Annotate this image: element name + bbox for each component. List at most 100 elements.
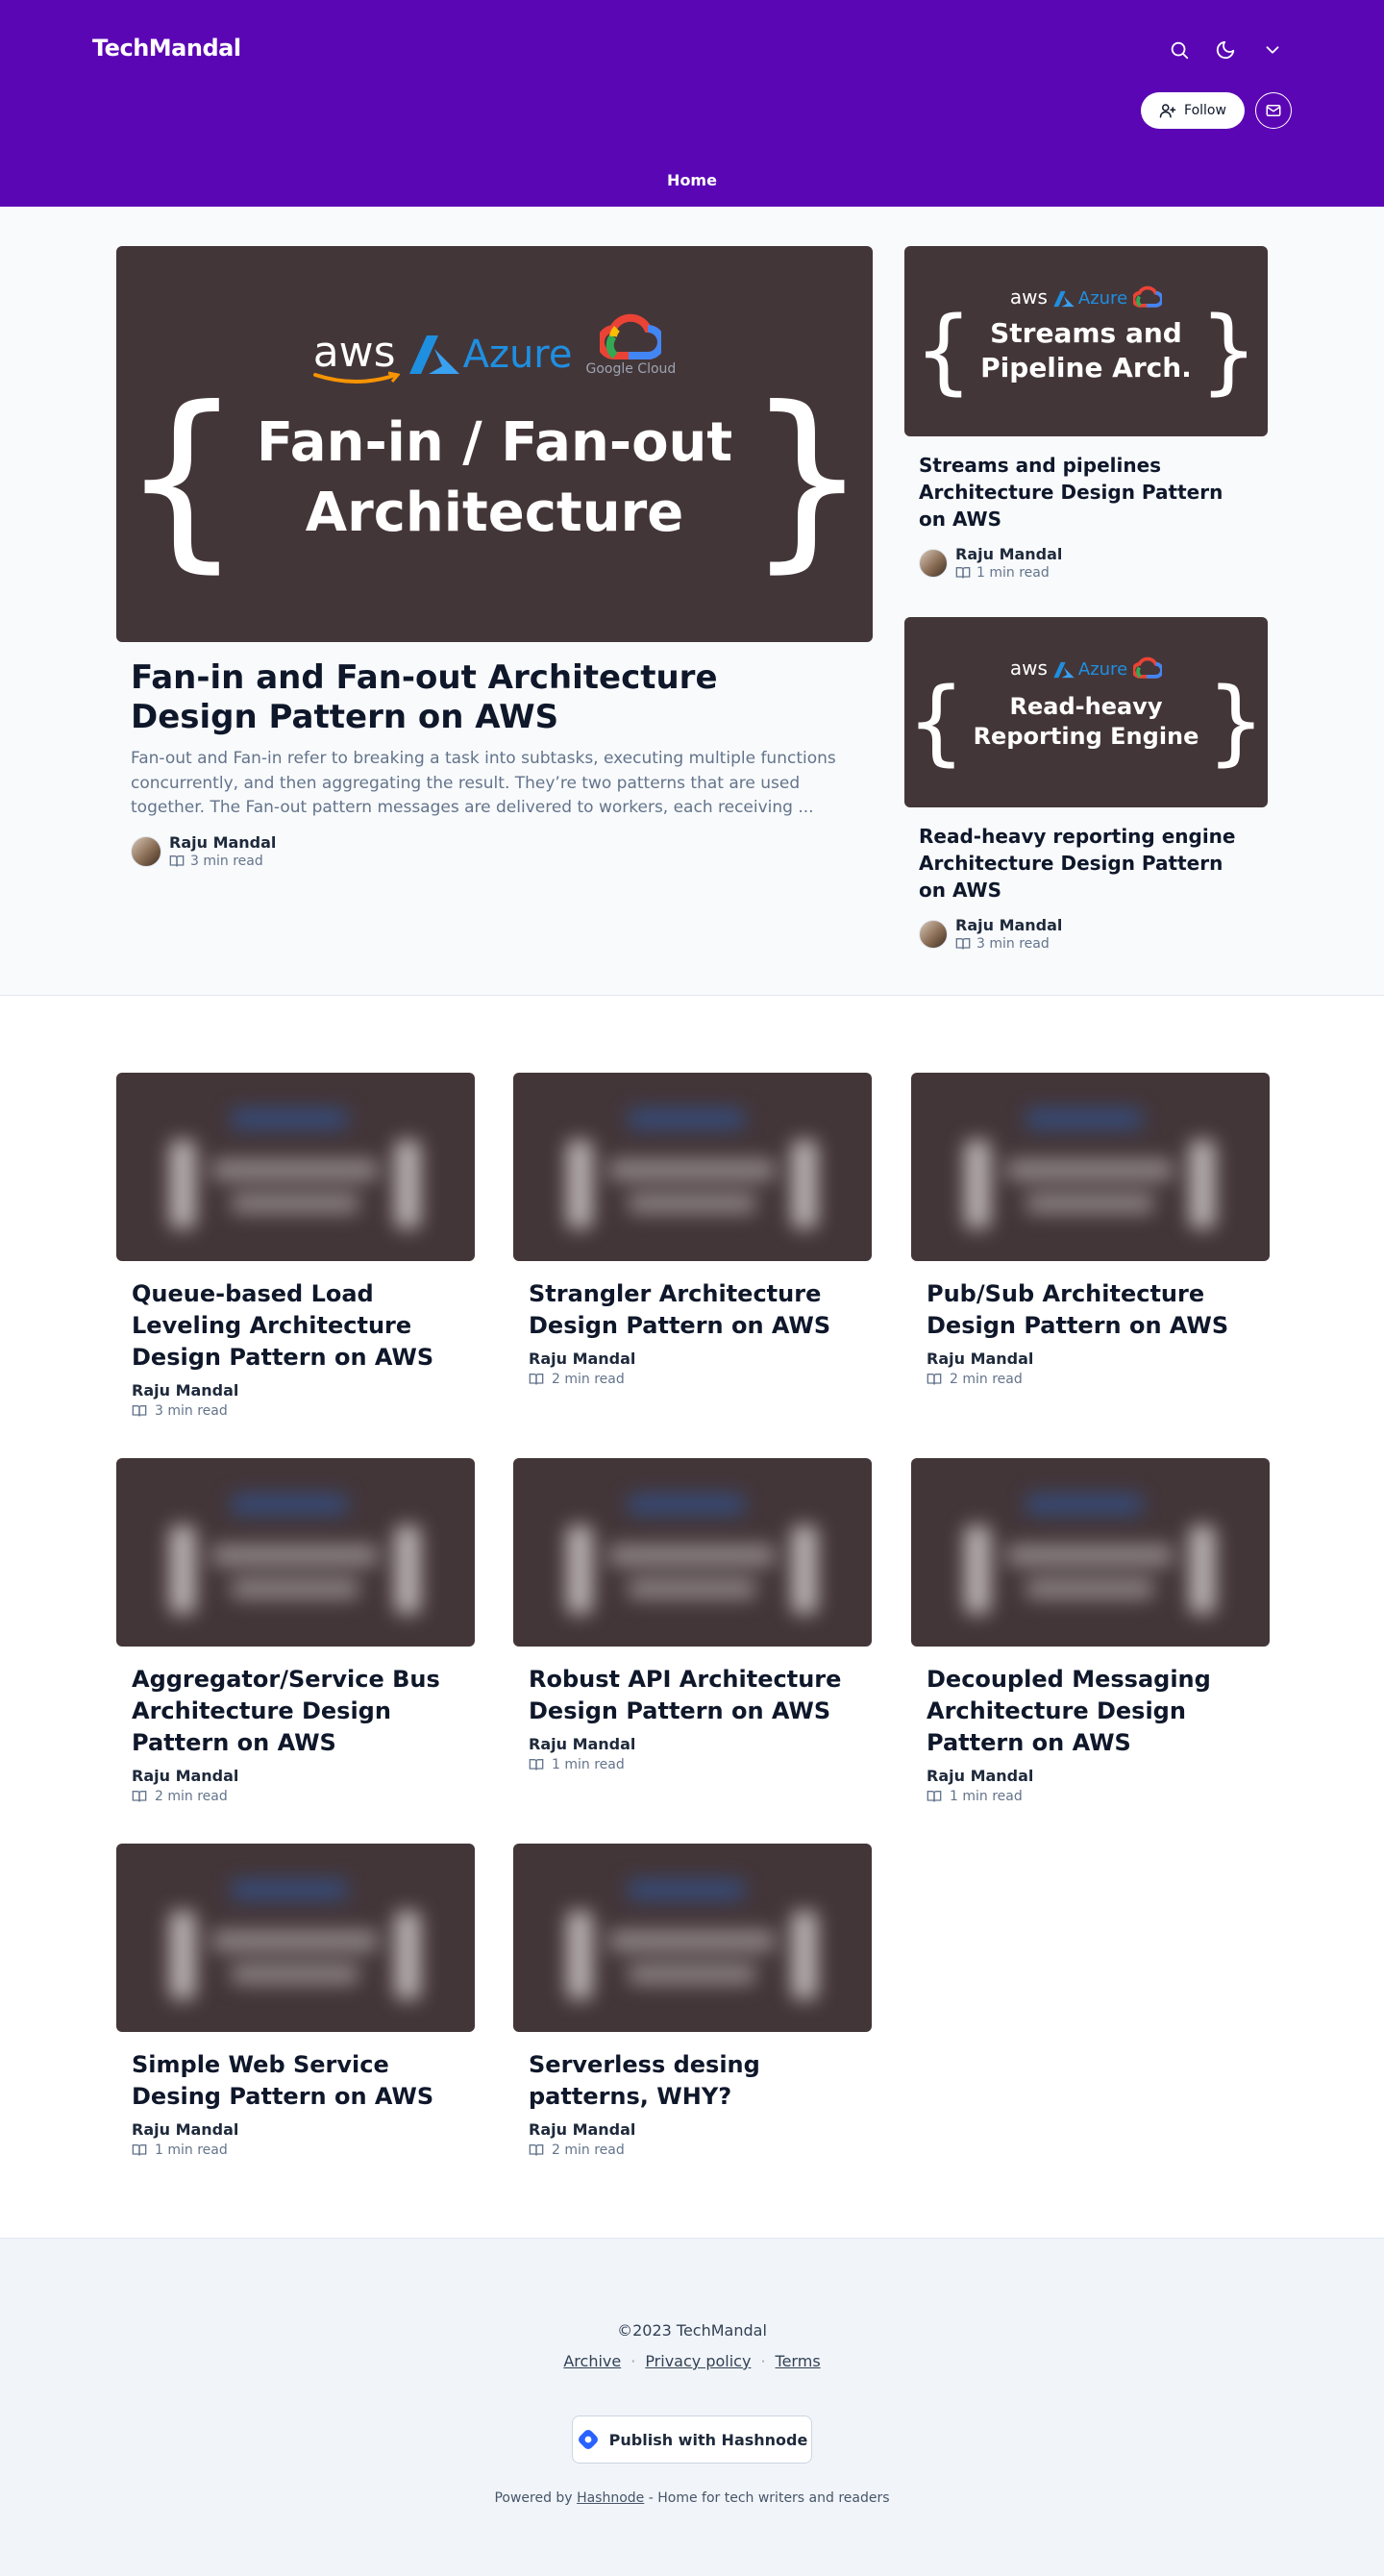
read-time: 1 min read: [155, 2143, 228, 2159]
google-cloud-icon: [600, 313, 662, 360]
post-title[interactable]: Robust API Architecture Design Pattern o…: [529, 1664, 856, 1727]
read-time: 2 min read: [552, 1372, 625, 1388]
author-avatar[interactable]: [919, 919, 948, 949]
publish-with-hashnode-button[interactable]: Publish with Hashnode: [572, 2415, 812, 2464]
footer-link-terms[interactable]: Terms: [776, 2352, 821, 2370]
read-time: 1 min read: [976, 565, 1050, 581]
author-name[interactable]: Raju Mandal: [529, 2120, 856, 2139]
newsletter-button[interactable]: [1255, 92, 1292, 129]
chevron-down-icon: [1266, 46, 1279, 54]
theme-toggle-button[interactable]: [1208, 33, 1243, 67]
footer-link-archive[interactable]: Archive: [563, 2352, 621, 2370]
cloud-logos: aws Azure Google Cloud: [312, 313, 676, 384]
author-name[interactable]: Raju Mandal: [132, 2120, 459, 2139]
author-name[interactable]: Raju Mandal: [132, 1381, 459, 1399]
mail-icon: [1266, 105, 1281, 116]
post-title[interactable]: Strangler Architecture Design Pattern on…: [529, 1278, 856, 1342]
copyright-text: ©2023 TechMandal: [617, 2321, 767, 2340]
post-card[interactable]: Queue-based Load Leveling Architecture D…: [116, 1073, 475, 1419]
post-cover-image[interactable]: [116, 1073, 475, 1261]
footer-link-privacy[interactable]: Privacy policy: [645, 2352, 751, 2370]
search-icon: [1171, 41, 1189, 60]
read-time: 1 min read: [552, 1757, 625, 1773]
post-card[interactable]: Decoupled Messaging Architecture Design …: [911, 1458, 1270, 1804]
post-cover-image[interactable]: [513, 1073, 872, 1261]
post-title[interactable]: Aggregator/Service Bus Architecture Desi…: [132, 1664, 459, 1759]
post-title[interactable]: Serverless desing patterns, WHY?: [529, 2049, 856, 2113]
author-name[interactable]: Raju Mandal: [529, 1735, 856, 1753]
read-time: 2 min read: [155, 1789, 228, 1805]
follow-button[interactable]: Follow: [1141, 92, 1245, 129]
search-button[interactable]: [1162, 33, 1197, 67]
post-cover-image[interactable]: [911, 1073, 1270, 1261]
post-card[interactable]: Robust API Architecture Design Pattern o…: [513, 1458, 872, 1772]
featured-post-excerpt: Fan-out and Fan-in refer to breaking a t…: [131, 749, 836, 817]
book-icon: [955, 938, 971, 950]
book-icon: [132, 1791, 147, 1802]
powered-by-text: Powered by Hashnode - Home for tech writ…: [494, 2490, 890, 2506]
author-name[interactable]: Raju Mandal: [927, 1350, 1254, 1368]
author-avatar[interactable]: [919, 548, 948, 578]
post-title[interactable]: Simple Web Service Desing Pattern on AWS: [132, 2049, 459, 2113]
hashnode-link[interactable]: Hashnode: [577, 2490, 644, 2506]
read-time: 1 min read: [950, 1789, 1023, 1805]
post-card[interactable]: Aggregator/Service Bus Architecture Desi…: [116, 1458, 475, 1804]
read-time: 3 min read: [190, 854, 263, 869]
post-cover-image[interactable]: [513, 1844, 872, 2032]
featured-post-meta: Raju Mandal 3 min read: [131, 833, 276, 869]
post-card[interactable]: Simple Web Service Desing Pattern on AWS…: [116, 1844, 475, 2158]
post-cover-image[interactable]: [116, 1844, 475, 2032]
post-title[interactable]: Queue-based Load Leveling Architecture D…: [132, 1278, 459, 1374]
book-icon: [529, 1759, 544, 1771]
site-footer: ©2023 TechMandal Archive · Privacy polic…: [0, 2238, 1384, 2576]
author-avatar[interactable]: [131, 835, 161, 867]
side-post-meta: Raju Mandal 1 min read: [919, 545, 1062, 581]
side-post-meta: Raju Mandal 3 min read: [919, 916, 1062, 952]
book-icon: [529, 1374, 544, 1385]
posts-grid: Queue-based Load Leveling Architecture D…: [0, 996, 1384, 2238]
post-title[interactable]: Pub/Sub Architecture Design Pattern on A…: [927, 1278, 1254, 1342]
azure-mark-icon: [408, 335, 459, 374]
post-cover-image[interactable]: [116, 1458, 475, 1647]
menu-dropdown-button[interactable]: [1255, 33, 1290, 67]
side-post-cover-image[interactable]: aws Azure { Read-heavy Reporting Engine …: [904, 617, 1268, 807]
book-icon: [927, 1374, 942, 1385]
book-icon: [955, 567, 971, 579]
featured-post-title[interactable]: Fan-in and Fan-out Architecture Design P…: [131, 658, 842, 737]
google-cloud-logo: Google Cloud: [585, 313, 676, 377]
aws-logo: aws: [312, 328, 400, 384]
author-name[interactable]: Raju Mandal: [927, 1767, 1254, 1785]
nav-home-link[interactable]: Home: [0, 171, 1384, 189]
author-name[interactable]: Raju Mandal: [169, 833, 276, 852]
follow-label: Follow: [1184, 103, 1226, 118]
read-time: 2 min read: [950, 1372, 1023, 1388]
post-title[interactable]: Decoupled Messaging Architecture Design …: [927, 1664, 1254, 1759]
book-icon: [529, 2144, 544, 2156]
post-card[interactable]: Pub/Sub Architecture Design Pattern on A…: [911, 1073, 1270, 1387]
side-post-title[interactable]: Streams and pipelines Architecture Desig…: [919, 452, 1246, 533]
book-icon: [927, 1791, 942, 1802]
book-icon: [169, 855, 185, 867]
post-cover-image[interactable]: [911, 1458, 1270, 1647]
featured-section: aws Azure Google Cloud {Fan-in / Fan-ou…: [0, 207, 1384, 996]
post-card[interactable]: Strangler Architecture Design Pattern on…: [513, 1073, 872, 1387]
author-name[interactable]: Raju Mandal: [955, 916, 1062, 934]
user-plus-icon: [1159, 104, 1176, 118]
book-icon: [132, 1405, 147, 1417]
read-time: 3 min read: [976, 936, 1050, 952]
post-card[interactable]: Serverless desing patterns, WHY? Raju Man…: [513, 1844, 872, 2158]
post-cover-image[interactable]: [513, 1458, 872, 1647]
moon-icon: [1216, 40, 1235, 60]
book-icon: [132, 2144, 147, 2156]
side-post-cover-image[interactable]: aws Azure { Streams and Pipeline Arch. }: [904, 246, 1268, 436]
hero-cover-text: { Fan-in / Fan-out Architecture }: [120, 366, 869, 590]
blog-brand[interactable]: TechMandal: [92, 35, 241, 62]
site-header: TechMandal Follow Home: [0, 0, 1384, 207]
side-post-title[interactable]: Read-heavy reporting engine Architecture…: [919, 823, 1246, 904]
author-name[interactable]: Raju Mandal: [132, 1767, 459, 1785]
author-name[interactable]: Raju Mandal: [529, 1350, 856, 1368]
hero-cover-image[interactable]: aws Azure Google Cloud {Fan-in / Fan-ou…: [116, 246, 873, 642]
read-time: 3 min read: [155, 1403, 228, 1420]
hashnode-logo-icon: [578, 2430, 598, 2449]
author-name[interactable]: Raju Mandal: [955, 545, 1062, 563]
